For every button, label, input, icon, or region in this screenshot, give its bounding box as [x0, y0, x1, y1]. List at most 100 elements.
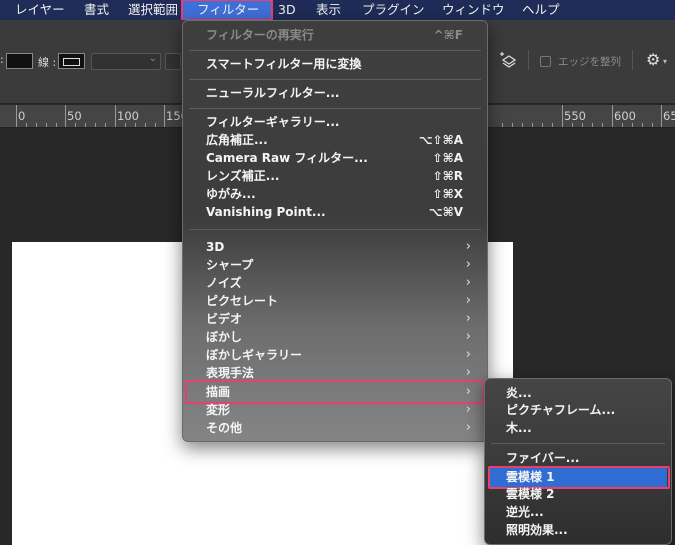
menu-item-neural-filters[interactable]: ニューラルフィルター...: [206, 84, 339, 102]
menu-item-last-filter[interactable]: フィルターの再実行: [206, 26, 314, 44]
submenu-item-difference-clouds[interactable]: 雲模様 2: [506, 485, 555, 503]
chevron-down-icon: ▾: [663, 57, 668, 66]
menu-plugins[interactable]: プラグイン: [362, 0, 425, 20]
menu-item-3d[interactable]: 3D: [206, 238, 224, 256]
path-arrangement-icon[interactable]: [500, 51, 518, 71]
ruler-minor-tick: [135, 123, 136, 127]
ruler-label: 550: [564, 109, 586, 123]
menu-separator: [189, 108, 481, 109]
submenu-item-clouds[interactable]: 雲模様 1: [506, 468, 555, 486]
stroke-label: 線 :: [38, 56, 57, 69]
menu-separator: [189, 79, 481, 80]
ruler-minor-tick: [502, 123, 503, 127]
menu-item-video[interactable]: ビデオ: [206, 310, 242, 328]
menu-item-blur[interactable]: ぼかし: [206, 328, 242, 346]
ruler-minor-tick: [622, 123, 623, 127]
menu-type[interactable]: 書式: [84, 0, 109, 20]
menu-3d[interactable]: 3D: [278, 0, 296, 20]
chevron-right-icon: ›: [465, 402, 471, 417]
ruler-label: 100: [117, 109, 139, 123]
menu-layer[interactable]: レイヤー: [15, 0, 65, 20]
ruler-minor-tick: [95, 123, 96, 127]
ruler-minor-tick: [26, 123, 27, 127]
chevron-right-icon: ›: [465, 275, 471, 290]
ruler-tick: [562, 105, 563, 127]
menu-window[interactable]: ウィンドウ: [442, 0, 505, 20]
menu-filter[interactable]: フィルター: [197, 0, 259, 20]
stroke-swatch[interactable]: [58, 53, 85, 69]
menu-item-adaptive-wide-angle[interactable]: 広角補正...: [206, 131, 268, 149]
ruler-minor-tick: [56, 123, 57, 127]
menu-item-noise[interactable]: ノイズ: [206, 274, 242, 292]
stroke-type-dropdown[interactable]: [165, 53, 181, 70]
menu-item-liquify[interactable]: ゆがみ...: [206, 185, 256, 203]
menu-item-lens-correction[interactable]: レンズ補正...: [206, 167, 279, 185]
ruler-minor-tick: [46, 123, 47, 127]
ruler-minor-tick: [582, 123, 583, 127]
submenu-item-flame[interactable]: 炎...: [506, 384, 532, 402]
filter-menu: フィルターの再実行 ^⌘F スマートフィルター用に変換 ニューラルフィルター..…: [182, 20, 488, 442]
chevron-right-icon: ›: [465, 257, 471, 272]
chevron-right-icon: ›: [465, 420, 471, 435]
align-edges-label: エッジを整列: [558, 56, 621, 68]
ruler-minor-tick: [542, 123, 543, 127]
chevron-right-icon: ›: [465, 311, 471, 326]
ruler-minor-tick: [125, 123, 126, 127]
ruler-label: 50: [67, 109, 82, 123]
chevron-right-icon: ›: [465, 347, 471, 362]
fill-label: :: [0, 53, 4, 66]
submenu-item-tree[interactable]: 木...: [506, 419, 532, 437]
menu-separator: [189, 229, 481, 230]
ruler-minor-tick: [632, 123, 633, 127]
ruler-label: 0: [18, 109, 26, 123]
submenu-item-lens-flare[interactable]: 逆光...: [506, 503, 544, 521]
fill-swatch[interactable]: [6, 53, 33, 69]
ruler-minor-tick: [642, 123, 643, 127]
menu-item-blur-gallery[interactable]: ぼかしギャラリー: [206, 346, 302, 364]
ruler-minor-tick: [572, 123, 573, 127]
menu-item-render[interactable]: 描画: [206, 383, 230, 401]
align-edges-checkbox[interactable]: [540, 56, 551, 67]
menu-item-filter-gallery[interactable]: フィルターギャラリー...: [206, 113, 339, 131]
ruler-minor-tick: [85, 123, 86, 127]
ruler-minor-tick: [592, 123, 593, 127]
ruler-minor-tick: [145, 123, 146, 127]
stroke-width-dropdown[interactable]: ⌄: [91, 53, 161, 70]
gear-icon[interactable]: ⚙: [646, 50, 660, 69]
options-separator: [528, 50, 529, 70]
chevron-right-icon: ›: [465, 293, 471, 308]
ruler-minor-tick: [75, 123, 76, 127]
menu-bar: レイヤー 書式 選択範囲 フィルター 3D 表示 プラグイン ウィンドウ ヘルプ: [0, 0, 675, 21]
ruler-minor-tick: [512, 123, 513, 127]
menu-item-vanishing-point[interactable]: Vanishing Point...: [206, 203, 326, 221]
ruler-tick: [164, 105, 165, 127]
menu-item-camera-raw[interactable]: Camera Raw フィルター...: [206, 149, 368, 167]
ruler-minor-tick: [155, 123, 156, 127]
menu-view[interactable]: 表示: [316, 0, 341, 20]
menu-separator: [189, 50, 481, 51]
menu-item-pixelate[interactable]: ピクセレート: [206, 292, 278, 310]
menu-item-other[interactable]: その他: [206, 419, 242, 437]
submenu-item-fibers[interactable]: ファイバー...: [506, 449, 579, 467]
menu-item-distort[interactable]: 変形: [206, 401, 230, 419]
ruler-tick: [115, 105, 116, 127]
menu-item-sharpen[interactable]: シャープ: [206, 256, 253, 274]
ruler-minor-tick: [652, 123, 653, 127]
menu-help[interactable]: ヘルプ: [522, 0, 560, 20]
ruler-tick: [16, 105, 17, 127]
menu-select[interactable]: 選択範囲: [128, 0, 178, 20]
render-submenu: 炎... ピクチャフレーム... 木... ファイバー... 雲模様 1 雲模様…: [484, 378, 672, 545]
chevron-right-icon: ›: [465, 329, 471, 344]
ruler-minor-tick: [522, 123, 523, 127]
shortcut-adaptive-wide-angle: ⌥⇧⌘A: [418, 133, 463, 147]
ruler-tick: [65, 105, 66, 127]
ruler-minor-tick: [552, 123, 553, 127]
ruler-minor-tick: [36, 123, 37, 127]
ruler-minor-tick: [105, 123, 106, 127]
chevron-down-icon: ⌄: [148, 53, 157, 64]
submenu-item-picture-frame[interactable]: ピクチャフレーム...: [506, 401, 615, 419]
submenu-item-lighting-effects[interactable]: 照明効果...: [506, 521, 568, 539]
options-separator: [632, 50, 633, 70]
ruler-label: 650: [663, 109, 675, 123]
menu-item-smart-filter[interactable]: スマートフィルター用に変換: [206, 55, 361, 73]
